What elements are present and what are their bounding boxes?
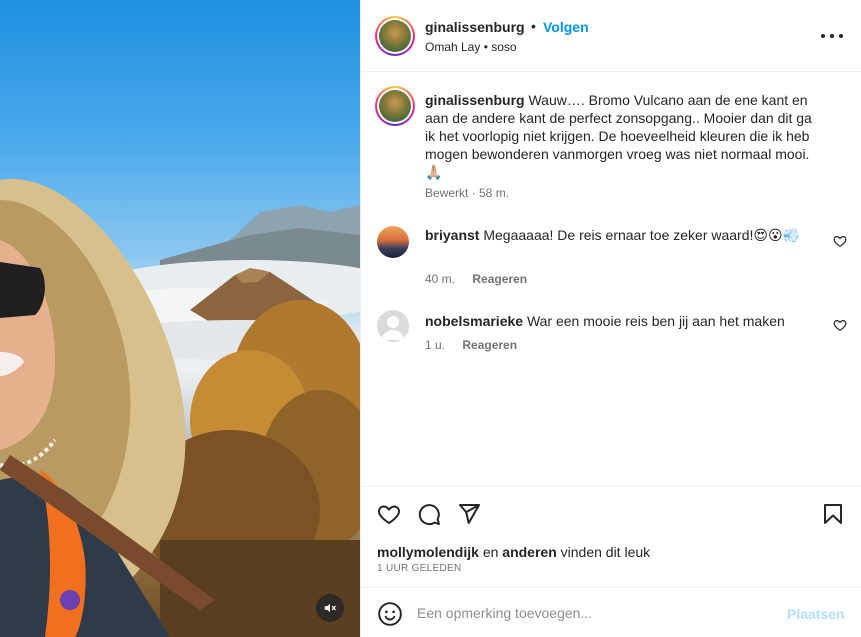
reply-button[interactable]: Reageren xyxy=(472,272,527,286)
more-horizontal-icon[interactable] xyxy=(821,26,843,46)
author-avatar[interactable] xyxy=(375,16,415,56)
save-button[interactable] xyxy=(820,501,846,527)
paper-plane-icon xyxy=(459,504,480,524)
comment-body: Megaaaaa! De reis ernaar toe zeker waard… xyxy=(483,227,801,243)
follow-button[interactable]: Volgen xyxy=(543,19,589,35)
comment-meta: 1 u. Reageren xyxy=(425,338,517,352)
bookmark-icon xyxy=(824,504,842,524)
comment-avatar[interactable] xyxy=(377,226,409,258)
media-scene xyxy=(0,179,360,637)
comment-input[interactable] xyxy=(417,596,777,630)
smiley-icon[interactable] xyxy=(377,601,403,627)
comment-bubble-icon xyxy=(418,504,440,526)
audio-track-label[interactable]: Omah Lay • soso xyxy=(425,40,517,54)
post-comment-button[interactable]: Plaatsen xyxy=(787,606,845,622)
comment-username[interactable]: nobelsmarieke xyxy=(425,313,523,329)
share-button[interactable] xyxy=(456,501,482,527)
post-media-video[interactable] xyxy=(0,0,360,637)
likes-others-link[interactable]: anderen xyxy=(502,544,556,560)
author-username[interactable]: ginalissenburg xyxy=(425,19,525,35)
post-side-panel: ginalissenburg • Volgen Omah Lay • soso … xyxy=(360,0,861,637)
like-button[interactable] xyxy=(376,501,402,527)
add-comment-bar: Plaatsen xyxy=(361,587,861,637)
comment-body: War een mooie reis ben jij aan het maken xyxy=(526,313,785,329)
mute-toggle-button[interactable] xyxy=(316,594,344,622)
post-header: ginalissenburg • Volgen Omah Lay • soso xyxy=(361,0,861,72)
reply-button[interactable]: Reageren xyxy=(462,338,517,352)
comment-heart-icon[interactable] xyxy=(833,318,847,332)
post-dialog: ginalissenburg • Volgen Omah Lay • soso … xyxy=(0,0,861,637)
caption-meta: Bewerkt · 58 m. xyxy=(425,186,510,200)
comment-button[interactable] xyxy=(416,501,442,527)
comment-item: nobelsmarieke War een mooie reis ben jij… xyxy=(425,312,805,330)
post-actions: mollymolendijk en anderen vinden dit leu… xyxy=(361,486,861,586)
likes-user[interactable]: mollymolendijk xyxy=(377,544,479,560)
caption-username[interactable]: ginalissenburg xyxy=(425,92,525,108)
post-timestamp[interactable]: 1 UUR GELEDEN xyxy=(377,563,461,574)
comment-time: 1 u. xyxy=(425,338,446,352)
comment-item: briyanst Megaaaaa! De reis ernaar toe ze… xyxy=(425,226,805,244)
default-avatar-icon xyxy=(381,316,405,340)
comment-avatar[interactable] xyxy=(377,310,409,342)
likes-suffix: vinden dit leuk xyxy=(560,544,651,560)
caption-author-avatar[interactable] xyxy=(375,86,415,126)
speaker-muted-icon xyxy=(324,603,336,613)
post-caption: ginalissenburg Wauw…. Bromo Vulcano aan … xyxy=(425,91,825,181)
separator-dot: • xyxy=(531,18,536,34)
comments-section: ginalissenburg Wauw…. Bromo Vulcano aan … xyxy=(361,72,861,486)
likes-connector: en xyxy=(482,544,499,560)
likes-summary: mollymolendijk en anderen vinden dit leu… xyxy=(377,544,650,560)
comment-meta: 40 m. Reageren xyxy=(425,272,527,286)
comment-username[interactable]: briyanst xyxy=(425,227,479,243)
comment-heart-icon[interactable] xyxy=(833,234,847,248)
heart-icon xyxy=(378,505,400,525)
comment-time: 40 m. xyxy=(425,272,456,286)
